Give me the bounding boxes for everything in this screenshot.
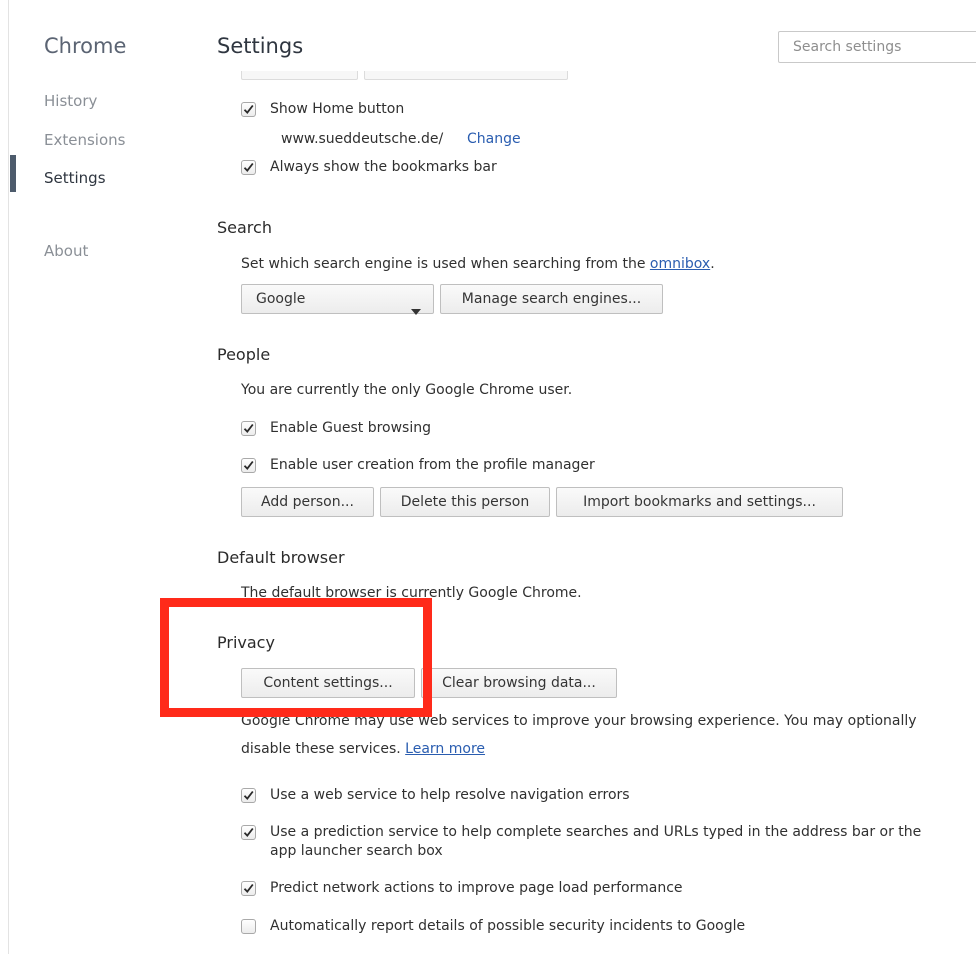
search-engine-select[interactable]: Google [241,284,434,315]
change-home-link[interactable]: Change [467,131,521,147]
default-browser-section-title: Default browser [217,548,345,567]
security-incidents-checkbox[interactable] [241,919,256,934]
sidebar-item-about[interactable]: About [44,242,88,260]
search-section-title: Search [217,218,272,237]
add-person-button[interactable]: Add person... [241,487,374,517]
home-url: www.sueddeutsche.de/ [281,131,444,147]
bookmarks-bar-checkbox[interactable] [241,160,256,175]
annotation-highlight-box [160,598,432,717]
clear-browsing-data-button[interactable]: Clear browsing data... [421,668,617,698]
omnibox-link[interactable]: omnibox [650,256,710,272]
prediction-service-label-line2: app launcher search box [270,843,443,859]
window-left-edge [8,0,9,954]
show-home-button-label: Show Home button [270,101,405,117]
sidebar-item-history[interactable]: History [44,92,97,110]
guest-browsing-label: Enable Guest browsing [270,420,431,436]
predict-network-checkbox[interactable] [241,881,256,896]
dropdown-arrow-icon [411,297,421,325]
show-home-button-checkbox[interactable] [241,102,256,117]
sidebar-brand: Chrome [44,34,127,58]
bookmarks-bar-label: Always show the bookmarks bar [270,159,497,175]
search-description: Set which search engine is used when sea… [241,256,715,272]
people-section-title: People [217,345,271,364]
user-creation-label: Enable user creation from the profile ma… [270,457,595,473]
people-description: You are currently the only Google Chrome… [241,382,573,398]
user-creation-checkbox[interactable] [241,458,256,473]
privacy-description-line2: disable these services. Learn more [241,741,486,757]
navigation-errors-checkbox[interactable] [241,788,256,803]
predict-network-label: Predict network actions to improve page … [270,880,683,896]
search-engine-value: Google [256,291,306,307]
prediction-service-checkbox[interactable] [241,825,256,840]
learn-more-link[interactable]: Learn more [405,741,485,757]
navigation-errors-label: Use a web service to help resolve naviga… [270,787,630,803]
manage-search-engines-button[interactable]: Manage search engines... [440,284,663,314]
prediction-service-label: Use a prediction service to help complet… [270,824,922,840]
import-bookmarks-button[interactable]: Import bookmarks and settings... [556,487,843,517]
guest-browsing-checkbox[interactable] [241,421,256,436]
sidebar-item-settings[interactable]: Settings [44,169,106,187]
sidebar-item-extensions[interactable]: Extensions [44,131,125,149]
sidebar-selection-indicator [10,155,16,192]
security-incidents-label: Automatically report details of possible… [270,918,746,934]
page-title-overlay: Settings [217,34,304,58]
delete-person-button[interactable]: Delete this person [380,487,550,517]
search-settings-input[interactable] [778,31,976,63]
